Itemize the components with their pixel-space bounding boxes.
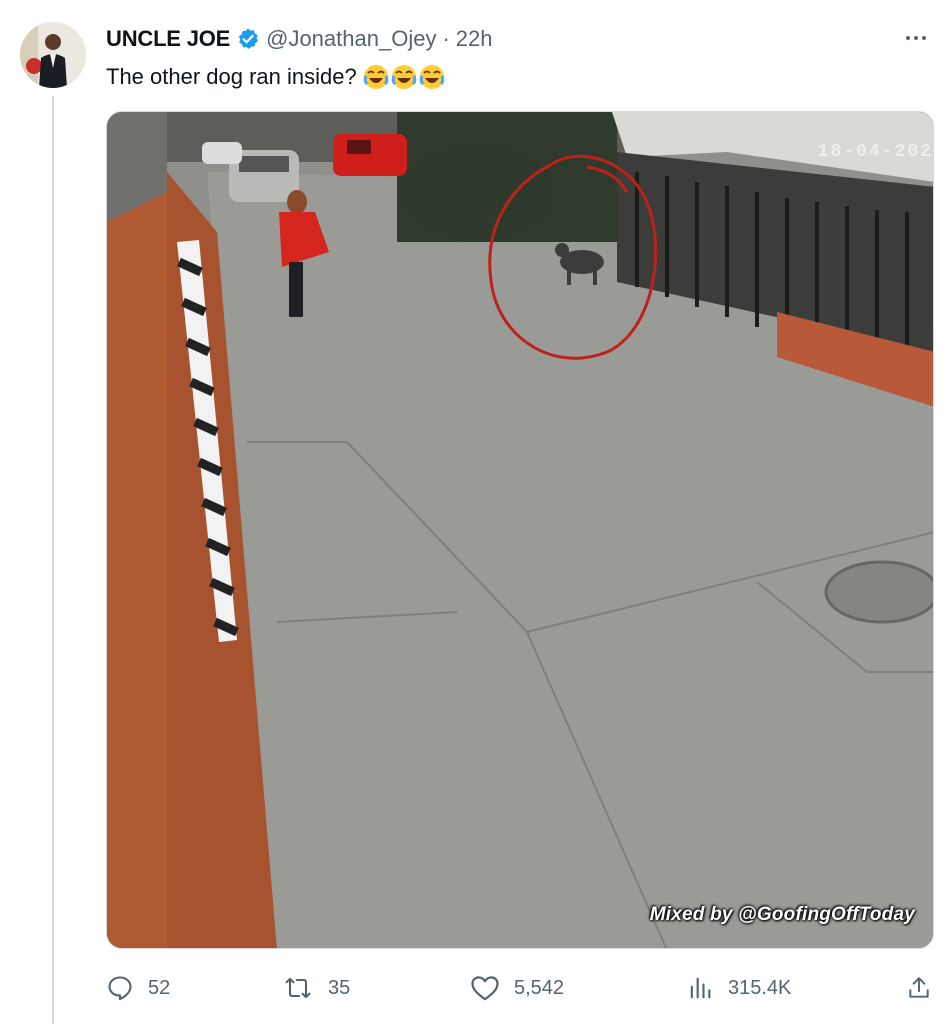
reply-count: 52	[148, 976, 171, 999]
heart-icon	[471, 976, 499, 1001]
emoji-row	[363, 64, 445, 90]
video-watermark: Mixed by @GoofingOffToday	[649, 904, 915, 925]
laughing-emoji-icon	[363, 65, 389, 89]
verified-badge-icon	[236, 27, 260, 51]
views-icon	[690, 977, 711, 999]
avatar[interactable]	[20, 22, 86, 88]
retweet-button[interactable]: 35	[282, 974, 350, 1002]
tweet-header: UNCLE JOE @Jonathan_Ojey · 22h	[106, 22, 492, 56]
tweet-text-body: The other dog ran inside?	[106, 64, 357, 89]
reply-button[interactable]: 52	[106, 974, 170, 1002]
reply-icon	[108, 976, 132, 1001]
views-count: 315.4K	[728, 976, 792, 999]
share-button[interactable]	[906, 974, 932, 1002]
separator-dot: ·	[442, 26, 450, 51]
tweet-actions: 52 35 5,542 315.4K	[106, 966, 934, 1008]
timestamp[interactable]: 22h	[456, 26, 493, 52]
laughing-emoji-icon	[391, 65, 417, 89]
like-count: 5,542	[514, 976, 565, 999]
laughing-emoji-icon	[419, 65, 445, 89]
video-frame	[107, 112, 933, 948]
retweet-icon	[285, 977, 311, 999]
display-name[interactable]: UNCLE JOE	[106, 26, 230, 52]
like-button[interactable]: 5,542	[470, 974, 564, 1002]
views-button[interactable]: 315.4K	[686, 974, 791, 1002]
retweet-count: 35	[328, 976, 351, 999]
camera-timestamp: 18-04-202	[817, 142, 933, 162]
more-icon[interactable]	[899, 26, 933, 50]
handle[interactable]: @Jonathan_Ojey	[266, 26, 436, 52]
thread-line	[52, 96, 54, 1024]
video-media[interactable]: 18-04-202 Mixed by @GoofingOffToday	[106, 111, 934, 949]
share-icon	[909, 977, 929, 998]
tweet-text: The other dog ran inside?	[106, 60, 445, 94]
